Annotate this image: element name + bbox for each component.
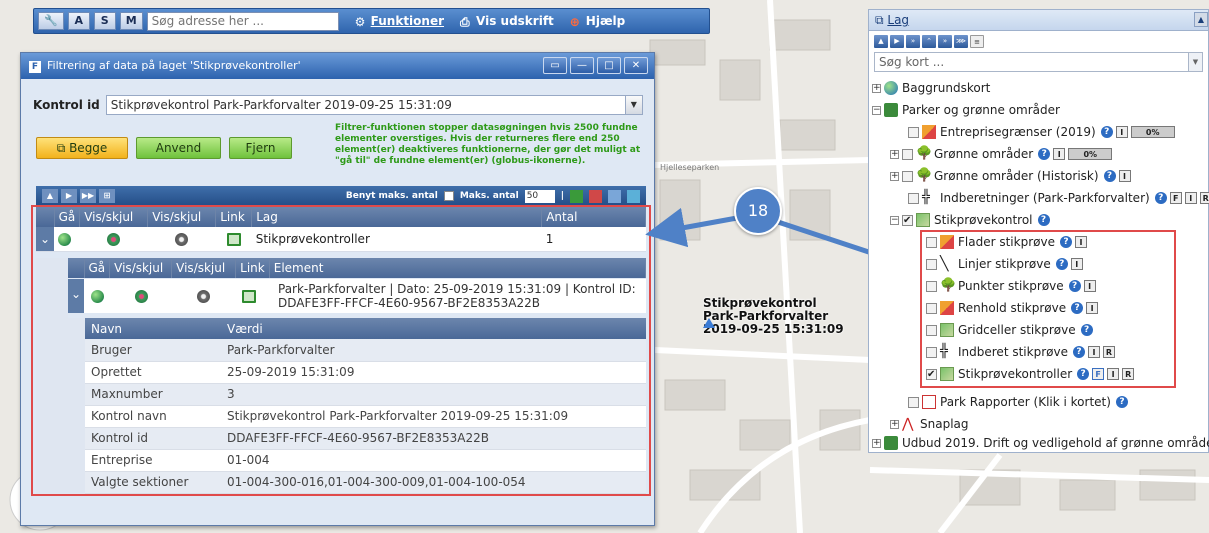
tree-icon: 🌳: [916, 146, 933, 161]
polygon-layer-icon: [922, 125, 936, 139]
list-icon[interactable]: ≡: [970, 35, 984, 48]
collapse-icon[interactable]: −: [890, 215, 899, 225]
highlight-frame-layers: [920, 230, 1176, 388]
expand-all-icon[interactable]: »: [906, 35, 920, 48]
layer-checkbox[interactable]: [902, 170, 913, 182]
tree-item-udbud[interactable]: + Udbud 2019. Drift og vedligehold af gr…: [872, 433, 1209, 453]
opacity-bar[interactable]: 0%: [1068, 148, 1113, 160]
layer-panel-title: Lag: [887, 13, 910, 27]
collapse-icon[interactable]: ▲: [874, 35, 888, 48]
layer-checkbox[interactable]: [908, 126, 919, 138]
snap-icon: ⋀: [902, 416, 914, 432]
layer-checkbox[interactable]: [902, 211, 913, 231]
fast-forward-icon[interactable]: »: [938, 35, 952, 48]
info-badge-i[interactable]: I: [1053, 148, 1066, 160]
expand-step-icon[interactable]: ▶: [890, 35, 904, 48]
tree-item-snaplag[interactable]: + ⋀ Snaplag: [890, 414, 969, 434]
park-icon: [884, 103, 898, 117]
tree-item-baggrundskort[interactable]: + Baggrundskort: [872, 78, 990, 98]
info-icon[interactable]: ?: [1037, 214, 1050, 226]
expand-icon[interactable]: +: [872, 83, 881, 93]
tree-item-groenne-omraader[interactable]: + 🌳 Grønne områder ? I 0%: [890, 144, 1113, 164]
layer-checkbox[interactable]: [908, 396, 919, 408]
info-badge-i[interactable]: I: [1184, 192, 1197, 204]
tree-item-indberetninger[interactable]: ╬ Indberetninger (Park-Parkforvalter) ? …: [908, 188, 1209, 208]
filter-badge-f[interactable]: F: [1169, 192, 1182, 204]
layer-checkbox[interactable]: [902, 148, 913, 160]
tree-item-stikproevekontrol[interactable]: − Stikprøvekontrol ?: [890, 210, 1050, 231]
info-badge-i[interactable]: I: [1118, 170, 1131, 182]
opacity-bar[interactable]: 0%: [1130, 126, 1175, 138]
layer-panel-titlebar[interactable]: ⧉ Lag ▲: [869, 10, 1208, 31]
info-icon[interactable]: ?: [1103, 170, 1116, 182]
grid-point-icon: ╬: [922, 190, 930, 205]
tree-item-parker[interactable]: − Parker og grønne områder: [872, 100, 1060, 120]
collapse-panel-button[interactable]: ▲: [1194, 12, 1208, 27]
report-icon: [922, 395, 936, 409]
collapse-icon[interactable]: −: [872, 105, 881, 115]
skip-icon[interactable]: ⋙: [954, 35, 968, 48]
layer-panel-tools: ▲ ▶ » ⌃ » ⋙ ≡: [869, 31, 1208, 52]
group-layer-icon: [916, 213, 930, 227]
report-badge-r[interactable]: R: [1199, 192, 1209, 204]
step-callout-badge: 18: [734, 187, 782, 235]
globe-icon: [884, 81, 898, 95]
chevron-down-icon[interactable]: ▼: [1188, 53, 1202, 71]
tree-item-park-rapporter[interactable]: Park Rapporter (Klik i kortet) ?: [908, 392, 1128, 412]
expand-icon[interactable]: +: [872, 438, 881, 448]
info-icon[interactable]: ?: [1115, 396, 1128, 408]
tree-item-entreprisegraenser[interactable]: Entreprisegrænser (2019) ? I 0%: [908, 122, 1175, 142]
layer-search-input[interactable]: Søg kort ... ▼: [874, 52, 1203, 72]
expand-icon[interactable]: +: [890, 171, 899, 181]
info-badge-i[interactable]: I: [1115, 126, 1128, 138]
expand-icon[interactable]: +: [890, 419, 899, 429]
tree-item-groenne-omraader-historisk[interactable]: + 🌳 Grønne områder (Historisk) ? I: [890, 166, 1131, 186]
info-icon[interactable]: ?: [1038, 148, 1051, 160]
info-icon[interactable]: ?: [1100, 126, 1113, 138]
tree-icon: 🌳: [916, 168, 933, 183]
layer-checkbox[interactable]: [908, 192, 919, 204]
info-icon[interactable]: ?: [1154, 192, 1167, 204]
expand-icon[interactable]: +: [890, 149, 899, 159]
layers-icon: ⧉: [875, 13, 888, 27]
park-icon: [884, 436, 898, 450]
collapse-all-icon[interactable]: ⌃: [922, 35, 936, 48]
